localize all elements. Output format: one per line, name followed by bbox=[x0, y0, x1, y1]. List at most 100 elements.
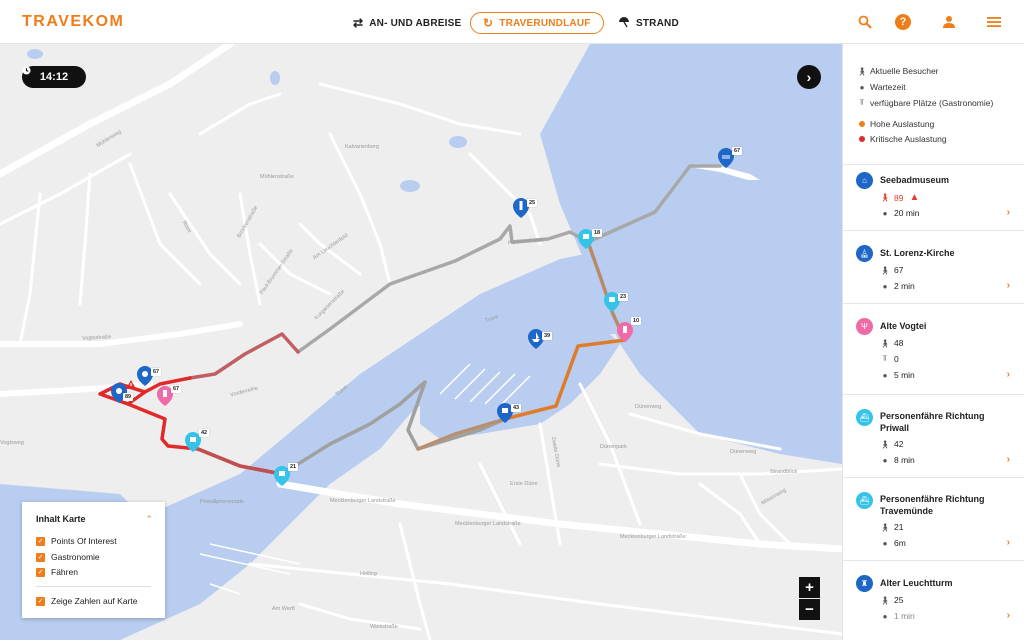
chevron-right-icon[interactable]: › bbox=[1007, 454, 1010, 465]
walker-icon: 🚶︎ bbox=[857, 66, 868, 76]
toggle-show-numbers[interactable]: ✓ Zeige Zahlen auf Karte bbox=[36, 596, 137, 606]
walker-icon: 🚶︎ bbox=[880, 265, 891, 275]
poi-faehre-travemuende[interactable]: ⛴︎ Personenfähre Richtung Travemünde 🚶︎ 2… bbox=[843, 478, 1024, 560]
key-critical: Kritische Auslastung bbox=[857, 134, 947, 144]
poi-name: St. Lorenz-Kirche bbox=[880, 248, 955, 258]
wait-time: 1 min bbox=[894, 611, 915, 621]
time-pill: 14:12 bbox=[22, 66, 86, 88]
checkbox-icon[interactable]: ✓ bbox=[36, 552, 45, 562]
checkbox-icon[interactable]: ✓ bbox=[36, 567, 45, 577]
swap-arrows-icon: ⇄ bbox=[353, 16, 364, 30]
walker-icon: 🚶︎ bbox=[880, 193, 891, 202]
toggle-gastronomie[interactable]: ✓ Gastronomie bbox=[36, 552, 100, 562]
clock-icon: ● bbox=[882, 538, 888, 548]
zoom-in-button[interactable]: + bbox=[799, 577, 820, 598]
chevron-right-icon: › bbox=[806, 69, 812, 85]
marker-badge: 67 bbox=[151, 368, 162, 376]
marker-badge: 25 bbox=[527, 199, 538, 207]
key-label: Wartezeit bbox=[870, 82, 906, 92]
chevron-right-icon[interactable]: › bbox=[1007, 537, 1010, 548]
key-seats: ⫪ verfügbare Plätze (Gastronomie) bbox=[857, 98, 994, 108]
marker-badge: 67 bbox=[171, 385, 182, 393]
walker-icon: 🚶︎ bbox=[880, 439, 891, 449]
toggle-label: Fähren bbox=[51, 567, 78, 577]
poi-name: Alte Vogtei bbox=[880, 321, 927, 331]
poi-alte-vogtei[interactable]: Ψ Alte Vogtei 🚶︎ 48 ⫪ 0 ● 5 min › bbox=[843, 304, 1024, 394]
checkbox-icon[interactable]: ✓ bbox=[36, 596, 45, 606]
poi-faehre-priwall[interactable]: ⛴︎ Personenfähre Richtung Priwall 🚶︎ 42 ●… bbox=[843, 395, 1024, 477]
poi-visitors: 🚶︎ 25 bbox=[880, 595, 903, 605]
side-panel: 🚶︎ Aktuelle Besucher ● Wartezeit ⫪ verfügba… bbox=[842, 44, 1024, 640]
chevron-right-icon[interactable]: › bbox=[1007, 207, 1010, 218]
fork-knife-icon: Ψ bbox=[856, 318, 873, 335]
legend-title: Inhalt Karte bbox=[36, 514, 86, 524]
wait-time: 5 min bbox=[894, 370, 915, 380]
clock-icon bbox=[22, 66, 31, 75]
church-icon: ⛪︎ bbox=[856, 245, 873, 262]
walker-icon: 🚶︎ bbox=[880, 595, 891, 605]
zoom-out-button[interactable]: − bbox=[799, 599, 820, 620]
toggle-faehren[interactable]: ✓ Fähren bbox=[36, 567, 78, 577]
marker-alert bbox=[126, 380, 136, 389]
poi-wait: ● 2 min bbox=[880, 281, 915, 291]
next-button[interactable]: › bbox=[797, 65, 821, 89]
key-label: Aktuelle Besucher bbox=[870, 66, 939, 76]
wait-time: 2 min bbox=[894, 281, 915, 291]
poi-st-lorenz-kirche[interactable]: ⛪︎ St. Lorenz-Kirche 🚶︎ 67 ● 2 min › bbox=[843, 231, 1024, 303]
poi-seats: ⫪ 0 bbox=[880, 354, 899, 364]
toggle-label: Gastronomie bbox=[51, 552, 100, 562]
minus-icon: − bbox=[805, 601, 814, 618]
visitor-count: 21 bbox=[894, 522, 904, 532]
beach-umbrella-icon bbox=[618, 16, 630, 31]
loop-arrow-icon: ↻ bbox=[483, 16, 494, 30]
marker-badge: 10 bbox=[631, 317, 642, 325]
visitor-count: 67 bbox=[894, 265, 904, 275]
checkbox-icon[interactable]: ✓ bbox=[36, 536, 45, 546]
marker-badge: 23 bbox=[618, 293, 629, 301]
chevron-right-icon[interactable]: › bbox=[1007, 610, 1010, 621]
key-high: Hohe Auslastung bbox=[857, 119, 934, 129]
walker-icon: 🚶︎ bbox=[880, 338, 891, 348]
poi-wait: ● 1 min bbox=[880, 611, 915, 621]
clock-icon: ● bbox=[859, 82, 865, 92]
warning-icon: ▲ bbox=[909, 192, 920, 203]
logo: TRAVEKOM bbox=[22, 13, 125, 30]
clock-icon: ● bbox=[882, 455, 888, 465]
nav-label: STRAND bbox=[636, 17, 679, 29]
marker-food bbox=[617, 322, 633, 342]
chevron-right-icon[interactable]: › bbox=[1007, 280, 1010, 291]
poi-alter-leuchtturm[interactable]: ♜ Alter Leuchtturm 🚶︎ 25 ● 1 min › bbox=[843, 561, 1024, 640]
search-icon[interactable] bbox=[856, 13, 874, 31]
marker-badge: 21 bbox=[288, 463, 299, 471]
marker-badge: 43 bbox=[511, 404, 522, 412]
wait-time: 20 min bbox=[894, 208, 920, 218]
chevron-right-icon[interactable]: › bbox=[1007, 369, 1010, 380]
nav-traverundlauf[interactable]: ↻ TRAVERUNDLAUF bbox=[470, 12, 604, 34]
visitor-count: 48 bbox=[894, 338, 904, 348]
key-label: Hohe Auslastung bbox=[870, 119, 935, 129]
poi-wait: ● 20 min bbox=[880, 208, 920, 218]
table-chair-icon: ⫪ bbox=[859, 98, 865, 107]
poi-name: Personenfähre Richtung Priwall bbox=[880, 411, 985, 433]
menu-icon[interactable] bbox=[985, 13, 1003, 31]
lighthouse-icon: ♜ bbox=[856, 575, 873, 592]
chevron-up-icon[interactable]: ⌃ bbox=[145, 514, 153, 525]
nav-an-und-abreise[interactable]: ⇄ AN- UND ABREISE bbox=[353, 12, 461, 34]
visitor-count: 25 bbox=[894, 595, 904, 605]
poi-seebadmuseum[interactable]: ⌂ Seebadmuseum 🚶︎ 89 ▲ ● 20 min › bbox=[843, 165, 1024, 230]
help-icon[interactable]: ? bbox=[894, 13, 912, 31]
clock-icon: ● bbox=[882, 611, 888, 621]
poi-wait: ● 5 min bbox=[880, 370, 915, 380]
toggle-points-of-interest[interactable]: ✓ Points Of Interest bbox=[36, 536, 117, 546]
clock-icon: ● bbox=[882, 208, 888, 218]
walker-icon: 🚶︎ bbox=[880, 522, 891, 532]
marker-badge: 89 bbox=[123, 393, 134, 401]
poi-name: Alter Leuchtturm bbox=[880, 578, 953, 588]
visitor-count: 89 bbox=[894, 192, 904, 203]
toggle-label: Zeige Zahlen auf Karte bbox=[51, 596, 138, 606]
user-icon[interactable] bbox=[940, 13, 958, 31]
map[interactable]: Mühlenweg Vogtsstraße Mühlenstraße Rose … bbox=[0, 44, 842, 640]
nav-strand[interactable]: STRAND bbox=[618, 12, 679, 34]
plus-icon: + bbox=[805, 579, 814, 596]
visitor-count: 42 bbox=[894, 439, 904, 449]
